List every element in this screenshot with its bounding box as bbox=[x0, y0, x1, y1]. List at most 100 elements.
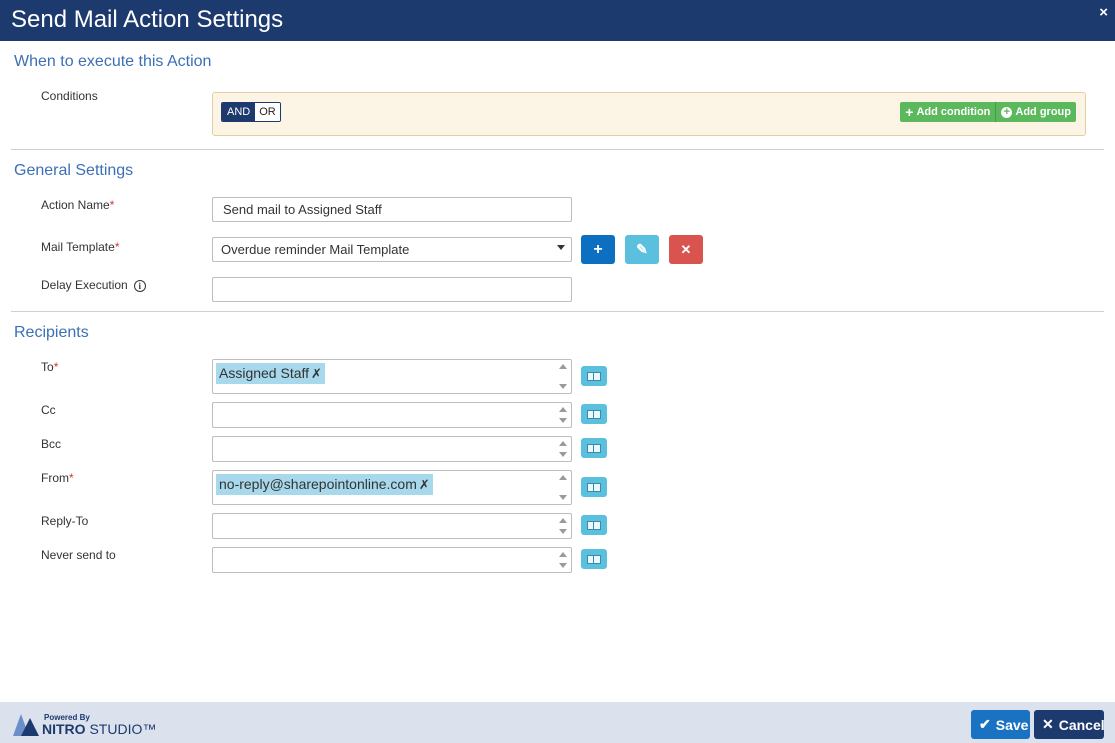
bcc-field[interactable] bbox=[212, 436, 572, 462]
send-mail-action-dialog: Send Mail Action Settings × When to exec… bbox=[0, 0, 1115, 743]
address-book-icon bbox=[587, 554, 601, 564]
chevron-up-icon[interactable] bbox=[559, 518, 567, 523]
recipient-tag: Assigned Staff ✗ bbox=[216, 363, 325, 384]
to-address-book-button[interactable] bbox=[581, 366, 607, 386]
divider bbox=[11, 311, 1104, 312]
never-send-to-field[interactable] bbox=[212, 547, 572, 573]
and-toggle-button[interactable]: AND bbox=[222, 103, 256, 121]
required-mark: * bbox=[53, 360, 59, 374]
close-icon: ✕ bbox=[680, 241, 692, 257]
reply-to-label: Reply-To bbox=[41, 514, 89, 528]
dialog-footer: Powered By NITRO STUDIO™ ✔ Save ✕ Cancel bbox=[0, 702, 1115, 743]
delay-execution-input[interactable] bbox=[212, 277, 572, 302]
mail-template-select[interactable]: Overdue reminder Mail Template bbox=[212, 237, 572, 262]
required-mark: * bbox=[114, 240, 120, 254]
scroll-stepper[interactable] bbox=[555, 360, 571, 393]
edit-template-button[interactable]: ✎ bbox=[625, 235, 659, 264]
divider bbox=[11, 149, 1104, 150]
add-group-button[interactable]: + Add group bbox=[996, 102, 1076, 122]
remove-tag-icon[interactable]: ✗ bbox=[419, 477, 430, 492]
scroll-stepper[interactable] bbox=[555, 548, 571, 572]
and-or-toggle: AND OR bbox=[221, 102, 281, 122]
close-icon: ✕ bbox=[1042, 716, 1054, 732]
delete-template-button[interactable]: ✕ bbox=[669, 235, 703, 264]
cc-address-book-button[interactable] bbox=[581, 404, 607, 424]
brand-nitro: NITRO bbox=[42, 721, 86, 737]
chevron-down-icon[interactable] bbox=[559, 529, 567, 534]
reply-to-field[interactable] bbox=[212, 513, 572, 539]
cc-label: Cc bbox=[41, 403, 56, 417]
pencil-icon: ✎ bbox=[636, 241, 648, 257]
info-icon[interactable]: i bbox=[133, 279, 146, 292]
required-mark: * bbox=[69, 471, 74, 485]
section-title-general: General Settings bbox=[14, 162, 134, 179]
brand-studio: STUDIO™ bbox=[85, 721, 157, 737]
scroll-stepper[interactable] bbox=[555, 514, 571, 538]
mail-template-label: Mail Template* bbox=[41, 240, 119, 254]
action-name-label: Action Name* bbox=[41, 198, 114, 212]
action-name-label-text: Action Name bbox=[41, 198, 110, 212]
dialog-title: Send Mail Action Settings bbox=[11, 6, 284, 33]
logo-text: Powered By NITRO STUDIO™ bbox=[42, 714, 156, 737]
chevron-up-icon[interactable] bbox=[559, 475, 567, 480]
scroll-stepper[interactable] bbox=[555, 471, 571, 504]
from-label: From* bbox=[41, 471, 74, 485]
conditions-label: Conditions bbox=[41, 89, 98, 103]
add-condition-button[interactable]: + Add condition bbox=[900, 102, 997, 122]
nitro-logo-icon bbox=[13, 712, 39, 736]
action-name-input[interactable]: Send mail to Assigned Staff bbox=[212, 197, 572, 222]
never-send-to-address-book-button[interactable] bbox=[581, 549, 607, 569]
add-template-button[interactable]: + bbox=[581, 235, 615, 264]
brand-text: NITRO STUDIO™ bbox=[42, 722, 156, 736]
nitro-studio-logo: Powered By NITRO STUDIO™ bbox=[13, 712, 156, 736]
to-field[interactable]: Assigned Staff ✗ bbox=[212, 359, 572, 394]
close-icon[interactable]: × bbox=[1099, 4, 1108, 21]
save-button[interactable]: ✔ Save bbox=[971, 710, 1030, 739]
conditions-builder: AND OR + Add condition + Add group bbox=[212, 92, 1086, 136]
from-label-text: From bbox=[41, 471, 69, 485]
address-book-icon bbox=[587, 409, 601, 419]
delay-execution-label-text: Delay Execution bbox=[41, 278, 128, 292]
scroll-stepper[interactable] bbox=[555, 437, 571, 461]
bcc-address-book-button[interactable] bbox=[581, 438, 607, 458]
recipient-tag: no-reply@sharepointonline.com ✗ bbox=[216, 474, 433, 495]
address-book-icon bbox=[587, 520, 601, 530]
chevron-down-icon[interactable] bbox=[559, 418, 567, 423]
from-field[interactable]: no-reply@sharepointonline.com ✗ bbox=[212, 470, 572, 505]
chevron-up-icon[interactable] bbox=[559, 364, 567, 369]
chevron-up-icon[interactable] bbox=[559, 552, 567, 557]
chevron-up-icon[interactable] bbox=[559, 407, 567, 412]
chevron-down-icon bbox=[557, 245, 565, 250]
section-title-recipients: Recipients bbox=[14, 324, 89, 341]
cc-field[interactable] bbox=[212, 402, 572, 428]
add-group-label: Add group bbox=[1015, 106, 1071, 118]
to-label-text: To bbox=[41, 360, 54, 374]
from-address-book-button[interactable] bbox=[581, 477, 607, 497]
remove-tag-icon[interactable]: ✗ bbox=[311, 366, 322, 381]
to-label: To* bbox=[41, 360, 58, 374]
add-condition-label: Add condition bbox=[916, 106, 991, 118]
mail-template-selected: Overdue reminder Mail Template bbox=[221, 242, 410, 257]
chevron-down-icon[interactable] bbox=[559, 384, 567, 389]
bcc-label: Bcc bbox=[41, 437, 62, 451]
required-mark: * bbox=[109, 198, 115, 212]
plus-icon: + bbox=[905, 104, 914, 120]
tag-label: Assigned Staff bbox=[219, 365, 310, 381]
check-icon: ✔ bbox=[979, 716, 991, 732]
never-send-to-label: Never send to bbox=[41, 548, 116, 562]
tag-label: no-reply@sharepointonline.com bbox=[219, 476, 417, 492]
chevron-down-icon[interactable] bbox=[559, 452, 567, 457]
plus-circle-icon: + bbox=[1001, 106, 1013, 118]
save-label: Save bbox=[995, 716, 1029, 733]
dialog-header: Send Mail Action Settings × bbox=[0, 0, 1115, 41]
reply-to-address-book-button[interactable] bbox=[581, 515, 607, 535]
cancel-button[interactable]: ✕ Cancel bbox=[1034, 710, 1105, 739]
delay-execution-label: Delay Execution i bbox=[41, 278, 146, 292]
chevron-up-icon[interactable] bbox=[559, 441, 567, 446]
chevron-down-icon[interactable] bbox=[559, 563, 567, 568]
or-toggle-button[interactable]: OR bbox=[255, 103, 280, 121]
address-book-icon bbox=[587, 371, 601, 381]
scroll-stepper[interactable] bbox=[555, 403, 571, 427]
chevron-down-icon[interactable] bbox=[559, 495, 567, 500]
section-title-when: When to execute this Action bbox=[14, 53, 212, 70]
